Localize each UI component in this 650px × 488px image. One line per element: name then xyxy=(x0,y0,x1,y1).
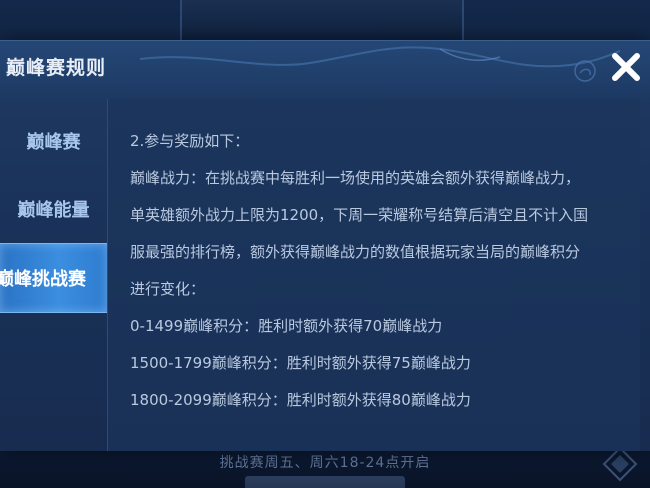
background-schedule-text: 挑战赛周五、周六18-24点开启 xyxy=(219,455,431,471)
rules-line: 1800-2099巅峰积分：胜利时额外获得80巅峰战力 xyxy=(130,391,471,409)
rules-text: 2.参与奖励如下： 巅峰战力：在挑战赛中每胜利一场使用的英雄会额外获得巅峰战力，… xyxy=(130,123,640,419)
sidebar-item-peak-match[interactable]: 巅峰赛 xyxy=(0,109,107,173)
background-frame xyxy=(180,0,464,40)
close-button[interactable] xyxy=(606,47,646,87)
rules-line: 巅峰战力：在挑战赛中每胜利一场使用的英雄会额外获得巅峰战力， xyxy=(130,169,581,187)
rules-line: 2.参与奖励如下： xyxy=(130,132,250,150)
rank-emblem-icon xyxy=(602,446,638,482)
decorative-swirl-icon xyxy=(140,46,620,82)
rules-line: 单英雄额外战力上限为1200，下周一荣耀称号结算后清空且不计入国 xyxy=(130,206,589,224)
rules-line: 服最强的排行榜，额外获得巅峰战力的数值根据玩家当局的巅峰积分 xyxy=(130,243,581,261)
close-icon xyxy=(612,53,640,81)
rules-line: 1500-1799巅峰积分：胜利时额外获得75巅峰战力 xyxy=(130,354,471,372)
sidebar-item-peak-challenge[interactable]: 巅峰挑战赛 xyxy=(0,243,107,313)
game-screen: 挑战赛周五、周六18-24点开启 巅峰赛规则 巅峰赛 巅峰能量 巅峰挑战赛 2.… xyxy=(0,0,650,488)
modal-header: 巅峰赛规则 xyxy=(0,41,650,97)
rules-content[interactable]: 2.参与奖励如下： 巅峰战力：在挑战赛中每胜利一场使用的英雄会额外获得巅峰战力，… xyxy=(107,99,640,451)
background-button xyxy=(245,476,405,488)
rules-line: 0-1499巅峰积分：胜利时额外获得70巅峰战力 xyxy=(130,317,443,335)
rules-modal: 巅峰赛规则 巅峰赛 巅峰能量 巅峰挑战赛 2.参与奖励如下： 巅峰战力：在挑战赛… xyxy=(0,40,650,451)
sidebar-item-peak-energy[interactable]: 巅峰能量 xyxy=(0,177,107,241)
rules-sidebar: 巅峰赛 巅峰能量 巅峰挑战赛 xyxy=(0,97,107,451)
modal-title: 巅峰赛规则 xyxy=(6,57,107,79)
rules-line: 进行变化： xyxy=(130,280,206,298)
